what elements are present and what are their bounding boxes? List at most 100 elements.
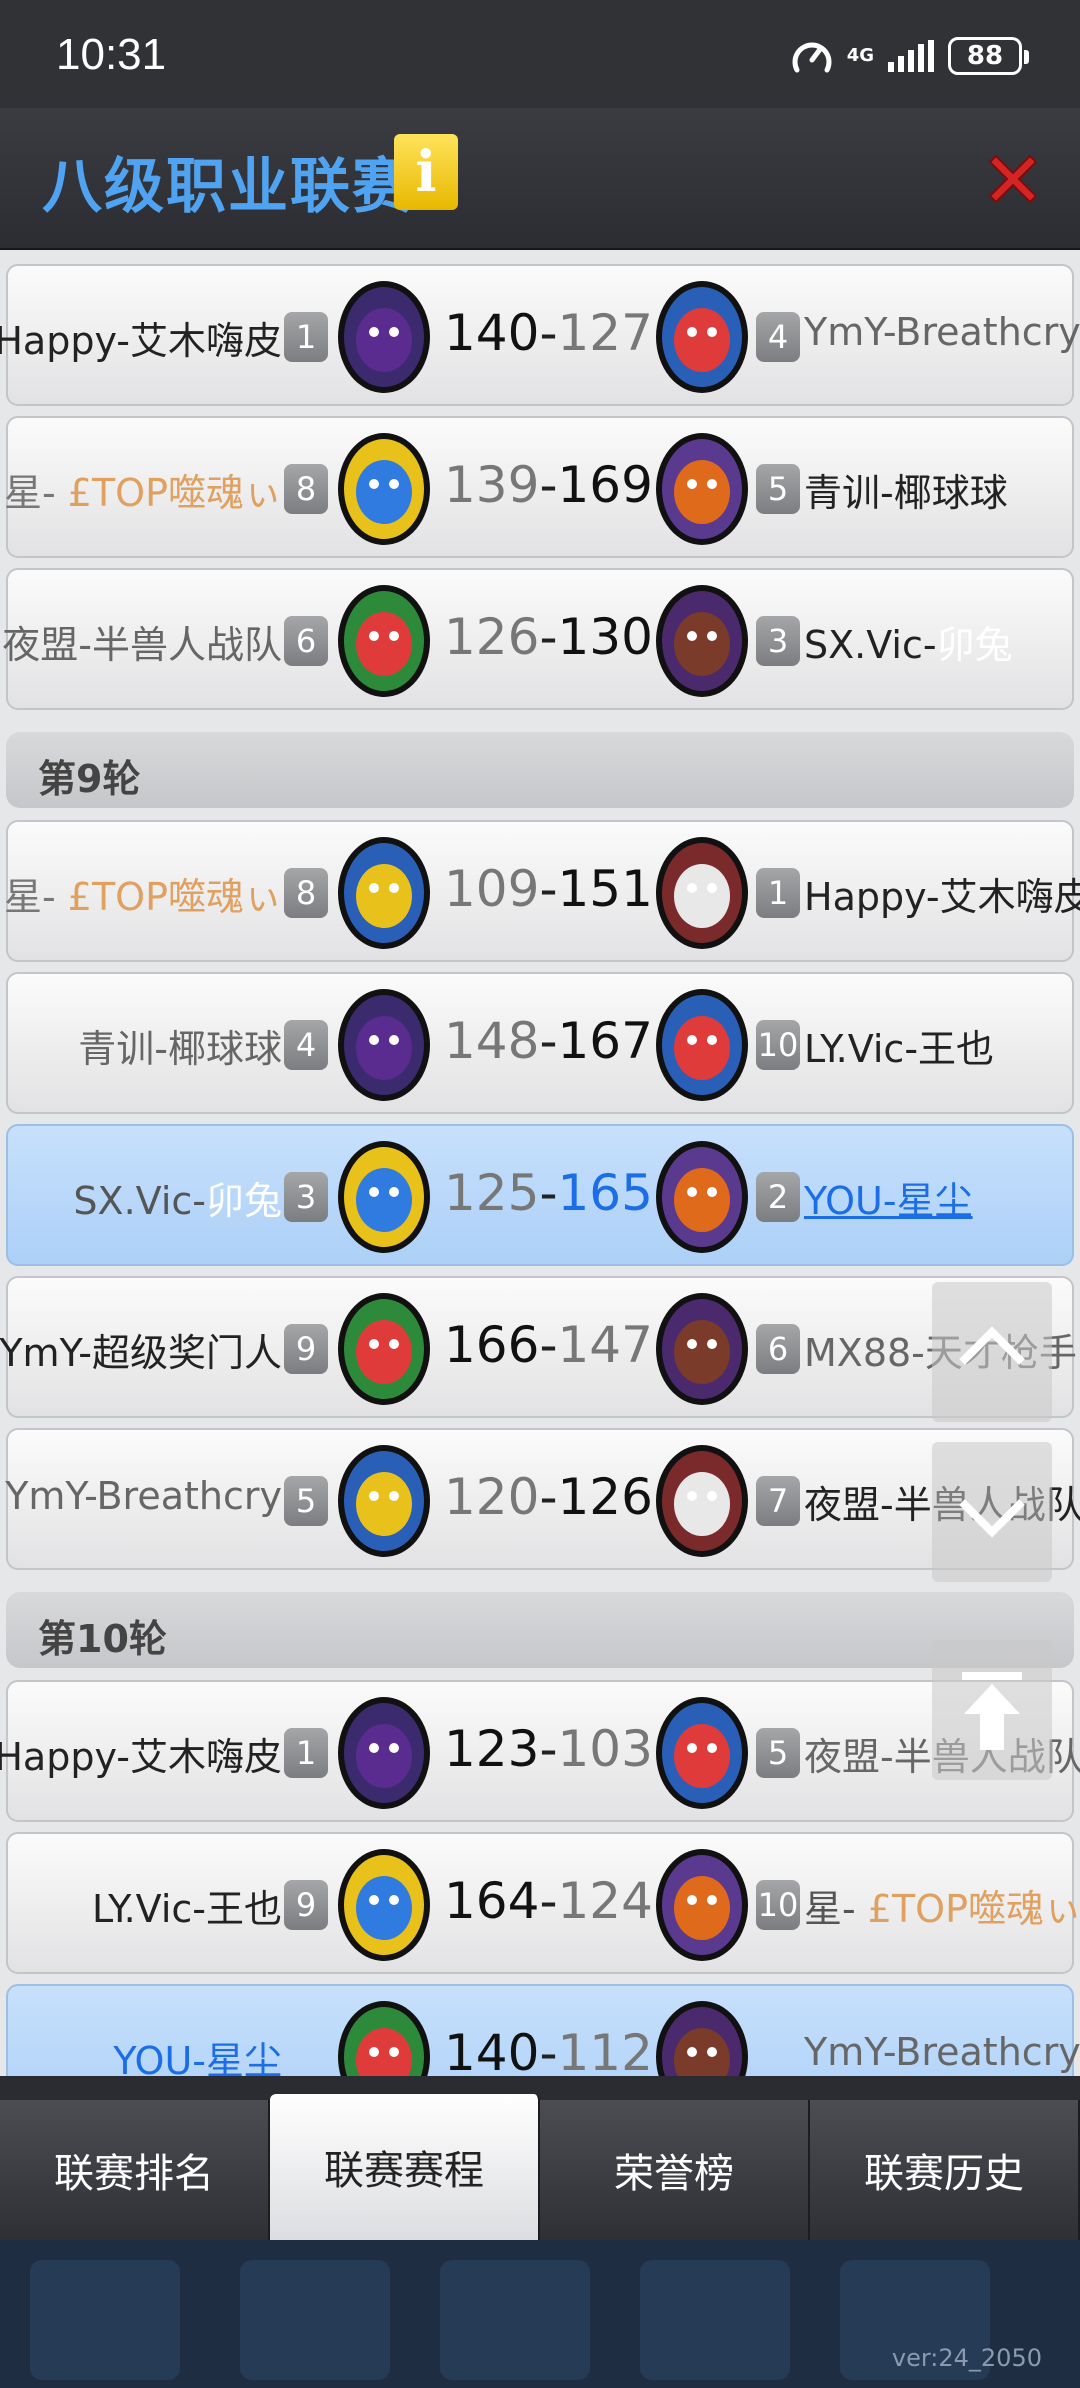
speedometer-icon: [792, 42, 832, 73]
away-rank-badge: 2: [756, 1172, 800, 1222]
match-row[interactable]: 星- £TOP噬魂ぃ 8 109-151 1 Happy-艾木嗨皮: [4, 820, 1080, 962]
scroll-to-top-button[interactable]: [932, 1640, 1052, 1780]
team-logo-icon: [656, 1697, 748, 1809]
away-team-name[interactable]: 星- £TOP噬魂ぃ: [804, 1878, 1080, 1933]
match-row[interactable]: YmY-Breathcry5120-1267夜盟-半兽人战队: [5, 1428, 1080, 1570]
match-row[interactable]: 青训-椰球球 4 148-167 10 LY.Vic-王也: [6, 972, 1074, 1114]
match-score: 148-167: [444, 1012, 653, 1070]
home-rank-badge: 9: [284, 1324, 328, 1374]
away-score: 130: [557, 608, 653, 666]
match-row[interactable]: Happy-艾木嗨皮1123-1035夜盟-半兽人战队: [0, 1680, 1080, 1822]
away-rank-badge: 5: [756, 464, 800, 514]
match-score: 140-127: [444, 304, 653, 362]
away-score: 169: [557, 456, 653, 514]
home-team-name[interactable]: YmY-超级奖门人: [0, 1322, 282, 1377]
home-score: 140: [444, 2024, 540, 2076]
team-logo-icon: [656, 1293, 748, 1405]
team-prefix: SX.Vic-: [73, 1179, 206, 1223]
match-row[interactable]: YmY-超级奖门人9166-1476MX88-天才枪手: [0, 1276, 1077, 1418]
match-row[interactable]: Happy-艾木嗨皮 1 140-127 4 YmY-Breathcry: [0, 264, 1080, 406]
team-tag: 卯兔: [205, 1179, 282, 1223]
battery-icon: 88: [948, 37, 1029, 75]
away-rank-badge: 6: [756, 1324, 800, 1374]
away-score: 103: [557, 1720, 653, 1778]
match-score: 123-103: [444, 1720, 653, 1778]
away-team-name[interactable]: SX.Vic-卯兔: [804, 614, 1013, 669]
team-prefix: SX.Vic-: [804, 623, 937, 667]
match-score: 126-130: [444, 608, 653, 666]
away-team-name[interactable]: YmY-Breathcry: [804, 2030, 1080, 2074]
match-row[interactable]: YOU-星尘 140-112 YmY-Breathcry: [6, 1984, 1080, 2076]
away-rank-badge: 3: [756, 616, 800, 666]
page-title: 八级职业联赛: [42, 152, 414, 222]
match-row[interactable]: SX.Vic-卯兔 3 125-165 2 YOU-星尘: [6, 1124, 1074, 1266]
home-team-name[interactable]: YOU-星尘: [113, 2030, 282, 2076]
footer-decoration: [240, 2260, 390, 2380]
status-time: 10:31: [56, 30, 167, 79]
team-logo-icon: [338, 281, 430, 393]
home-team-name[interactable]: 星- £TOP噬魂ぃ: [4, 866, 282, 921]
away-rank-badge: 4: [756, 312, 800, 362]
score-separator: -: [539, 1164, 558, 1222]
app-header: 八级职业联赛 i: [0, 108, 1080, 250]
tab-league-history[interactable]: 联赛历史: [810, 2100, 1080, 2240]
info-icon: i: [415, 139, 437, 205]
team-prefix: 星-: [804, 1887, 868, 1931]
close-icon[interactable]: [982, 148, 1044, 210]
match-row[interactable]: LY.Vic-王也 9 164-124 10 星- £TOP噬魂ぃ: [6, 1832, 1080, 1974]
home-score: 109: [444, 860, 540, 918]
score-separator: -: [539, 608, 558, 666]
home-rank-badge: 3: [284, 1172, 328, 1222]
team-logo-icon: [656, 2001, 748, 2076]
match-score: 139-169: [444, 456, 653, 514]
match-score: 125-165: [444, 1164, 653, 1222]
footer-decoration: [640, 2260, 790, 2380]
team-logo-icon: [338, 1849, 430, 1961]
match-row[interactable]: 夜盟-半兽人战队 6 126-130 3 SX.Vic-卯兔: [2, 568, 1074, 710]
team-prefix: 星-: [3, 875, 68, 919]
round-label: 第10轮: [38, 1617, 167, 1661]
info-button[interactable]: i: [394, 134, 458, 210]
home-team-name[interactable]: LY.Vic-王也: [92, 1878, 282, 1933]
match-score: 164-124: [444, 1872, 653, 1930]
home-score: 148: [444, 1012, 540, 1070]
home-team-name[interactable]: YmY-Breathcry: [5, 1474, 282, 1518]
home-team-name[interactable]: Happy-艾木嗨皮: [0, 1726, 282, 1781]
tab-honor-roll[interactable]: 荣誉榜: [540, 2100, 810, 2240]
home-team-name[interactable]: 星- £TOP噬魂ぃ: [4, 462, 282, 517]
away-rank-badge: 7: [756, 1476, 800, 1526]
home-rank-badge: 1: [284, 312, 328, 362]
home-team-name[interactable]: Happy-艾木嗨皮: [0, 310, 282, 365]
away-team-name[interactable]: LY.Vic-王也: [804, 1018, 994, 1073]
team-logo-icon: [338, 837, 430, 949]
home-team-name[interactable]: 夜盟-半兽人战队: [2, 614, 282, 669]
home-team-name[interactable]: 青训-椰球球: [78, 1018, 282, 1073]
home-team-name[interactable]: SX.Vic-卯兔: [73, 1170, 282, 1225]
tab-league-ranking[interactable]: 联赛排名: [0, 2100, 270, 2240]
team-logo-icon: [338, 1293, 430, 1405]
team-logo-icon: [338, 1141, 430, 1253]
match-row[interactable]: 星- £TOP噬魂ぃ 8 139-169 5 青训-椰球球: [4, 416, 1074, 558]
tab-league-schedule[interactable]: 联赛赛程: [270, 2094, 540, 2240]
away-team-name[interactable]: 青训-椰球球: [804, 462, 1008, 517]
score-separator: -: [539, 456, 558, 514]
team-logo-icon: [656, 837, 748, 949]
score-separator: -: [539, 1872, 558, 1930]
away-team-name[interactable]: YOU-星尘: [804, 1170, 973, 1225]
away-team-name[interactable]: Happy-艾木嗨皮: [804, 866, 1080, 921]
team-tag: £TOP噬魂ぃ: [867, 1887, 1080, 1931]
scroll-down-button[interactable]: [932, 1442, 1052, 1582]
away-rank-badge: 5: [756, 1728, 800, 1778]
home-rank-badge: 1: [284, 1728, 328, 1778]
team-logo-icon: [656, 1445, 748, 1557]
scroll-up-button[interactable]: [932, 1282, 1052, 1422]
home-rank-badge: 9: [284, 1880, 328, 1930]
away-score: 165: [557, 1164, 653, 1222]
schedule-list[interactable]: Happy-艾木嗨皮 1 140-127 4 YmY-Breathcry 星- £TOP噬…: [0, 250, 1080, 2076]
team-logo-icon: [656, 989, 748, 1101]
footer-decoration: [440, 2260, 590, 2380]
round-label: 第9轮: [38, 757, 141, 801]
signal-icon: [888, 40, 934, 72]
version-label: ver:24_2050: [891, 2344, 1042, 2372]
away-team-name[interactable]: YmY-Breathcry: [804, 310, 1080, 354]
